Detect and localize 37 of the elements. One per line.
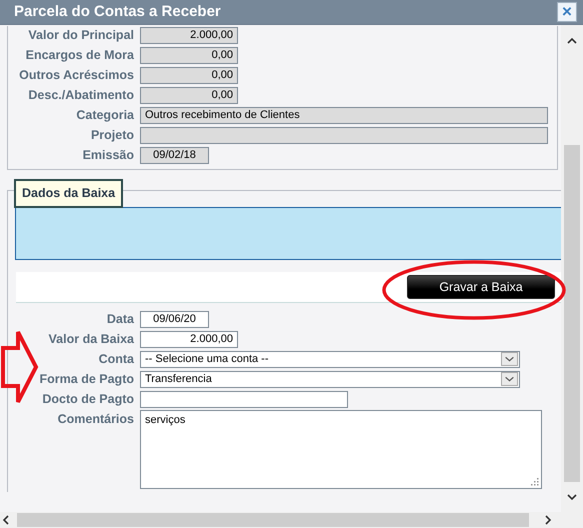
- field-label: Valor do Principal: [27, 27, 135, 44]
- save-button[interactable]: Gravar a Baixa: [407, 275, 555, 299]
- field-label: Projeto: [90, 127, 135, 144]
- caret-icon: [501, 372, 518, 386]
- window-title: Parcela do Contas a Receber: [14, 2, 221, 22]
- text-field[interactable]: [140, 391, 348, 408]
- date-field[interactable]: 09/06/20: [140, 311, 209, 328]
- amount-field[interactable]: 0,00: [140, 47, 238, 64]
- amount-field[interactable]: 0,00: [140, 87, 238, 104]
- field-label: Valor da Baixa: [48, 331, 135, 348]
- text-field[interactable]: Outros recebimento de Clientes: [140, 107, 548, 124]
- field-label: Conta: [98, 351, 135, 368]
- comments-field[interactable]: serviços: [140, 410, 542, 489]
- amount-field[interactable]: 2.000,00: [140, 331, 238, 348]
- field-label: Comentários: [56, 411, 135, 428]
- scroll-thumb[interactable]: [17, 513, 529, 527]
- field-label: Emissão: [82, 147, 135, 164]
- caret-icon: [501, 352, 518, 366]
- field-label: Categoria: [75, 107, 135, 124]
- field-label: Outros Acréscimos: [18, 67, 135, 84]
- field-label: Desc./Abatimento: [27, 87, 135, 104]
- date-field[interactable]: 09/02/18: [140, 147, 209, 164]
- field-label: Encargos de Mora: [24, 47, 135, 64]
- field-label: Docto de Pagto: [41, 391, 135, 408]
- text-field[interactable]: [140, 127, 548, 144]
- vertical-scrollbar[interactable]: [561, 25, 583, 512]
- dropdown[interactable]: Transferencia: [140, 371, 520, 388]
- dropdown[interactable]: -- Selecione uma conta --: [140, 351, 520, 368]
- amount-field[interactable]: 2.000,00: [140, 27, 238, 44]
- resize-grip-icon: [531, 478, 539, 486]
- scroll-thumb[interactable]: [564, 145, 580, 482]
- horizontal-scrollbar[interactable]: [0, 512, 583, 528]
- amount-field[interactable]: 0,00: [140, 67, 238, 84]
- field-label: Forma de Pagto: [38, 371, 135, 388]
- section-legend: Dados da Baixa: [14, 179, 124, 208]
- close-button[interactable]: ×: [557, 2, 577, 22]
- field-label: Data: [106, 311, 135, 328]
